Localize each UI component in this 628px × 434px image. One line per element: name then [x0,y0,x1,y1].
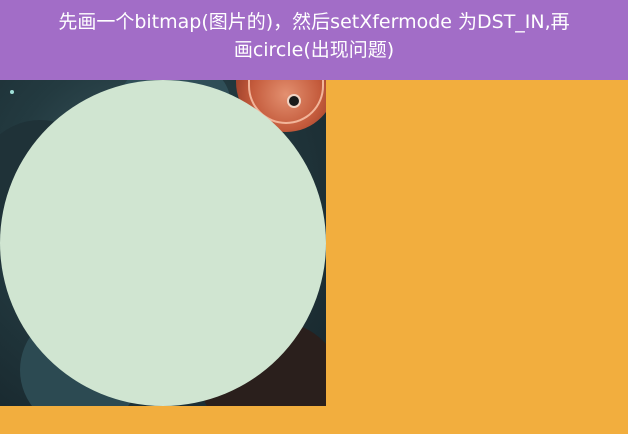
ornament-knob [287,94,301,108]
app-screen: 先画一个bitmap(图片的)，然后setXfermode 为DST_IN,再 … [0,0,628,434]
title-text-line-1: 先画一个bitmap(图片的)，然后setXfermode 为DST_IN,再 [58,11,570,33]
canvas-view [0,80,628,434]
title-text-line-2: 画circle(出现问题) [233,39,395,61]
title-bar: 先画一个bitmap(图片的)，然后setXfermode 为DST_IN,再 … [0,0,628,80]
drawn-circle [0,80,326,406]
